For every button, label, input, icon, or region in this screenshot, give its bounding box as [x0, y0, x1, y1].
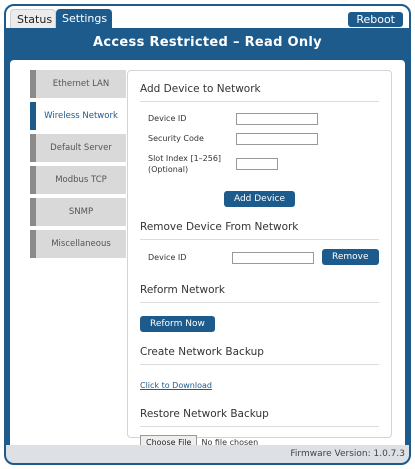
tab-status[interactable]: Status — [10, 9, 56, 28]
sidebar-item-snmp[interactable]: SNMP — [30, 198, 126, 226]
slot-index-row: Slot Index [1–256] (Optional) — [140, 150, 379, 180]
main-content: Ethernet LAN Wireless Network Default Se… — [10, 60, 405, 450]
page-title: Access Restricted – Read Only — [93, 35, 322, 50]
restore-backup-title: Restore Network Backup — [140, 408, 379, 427]
security-code-label: Security Code — [148, 134, 204, 143]
tab-settings[interactable]: Settings — [56, 9, 112, 28]
firmware-footer: Firmware Version: 1.0.7.3 — [6, 445, 409, 463]
settings-sidebar: Ethernet LAN Wireless Network Default Se… — [30, 70, 126, 262]
slot-index-input[interactable] — [236, 158, 278, 170]
app-frame: Status Settings Reboot Access Restricted… — [4, 4, 411, 465]
remove-device-title: Remove Device From Network — [140, 221, 379, 240]
sidebar-item-modbus-tcp[interactable]: Modbus TCP — [30, 166, 126, 194]
sidebar-item-wireless-network[interactable]: Wireless Network — [30, 102, 126, 130]
reform-now-button[interactable]: Reform Now — [140, 316, 215, 332]
sidebar-item-ethernet-lan[interactable]: Ethernet LAN — [30, 70, 126, 98]
remove-button[interactable]: Remove — [322, 249, 379, 265]
remove-device-id-input[interactable] — [232, 252, 314, 264]
add-device-id-label: Device ID — [148, 114, 187, 123]
security-code-row: Security Code — [140, 130, 379, 150]
add-device-id-input[interactable] — [236, 113, 318, 125]
slot-index-optional-label: (Optional) — [148, 165, 189, 174]
sidebar-item-default-server[interactable]: Default Server — [30, 134, 126, 162]
reform-network-title: Reform Network — [140, 284, 379, 303]
add-device-button[interactable]: Add Device — [223, 191, 296, 207]
download-backup-link[interactable]: Click to Download — [140, 381, 212, 390]
remove-device-id-label: Device ID — [148, 253, 187, 262]
slot-index-label: Slot Index [1–256] — [148, 154, 222, 163]
sidebar-item-miscellaneous[interactable]: Miscellaneous — [30, 230, 126, 258]
security-code-input[interactable] — [236, 133, 318, 145]
wireless-network-panel: Add Device to Network Device ID Security… — [127, 70, 392, 450]
top-bar: Status Settings Reboot — [6, 6, 409, 28]
create-backup-title: Create Network Backup — [140, 346, 379, 365]
add-device-title: Add Device to Network — [140, 83, 379, 102]
remove-device-row: Device ID Remove — [140, 248, 379, 270]
reboot-button[interactable]: Reboot — [348, 12, 403, 27]
add-device-id-row: Device ID — [140, 110, 379, 130]
